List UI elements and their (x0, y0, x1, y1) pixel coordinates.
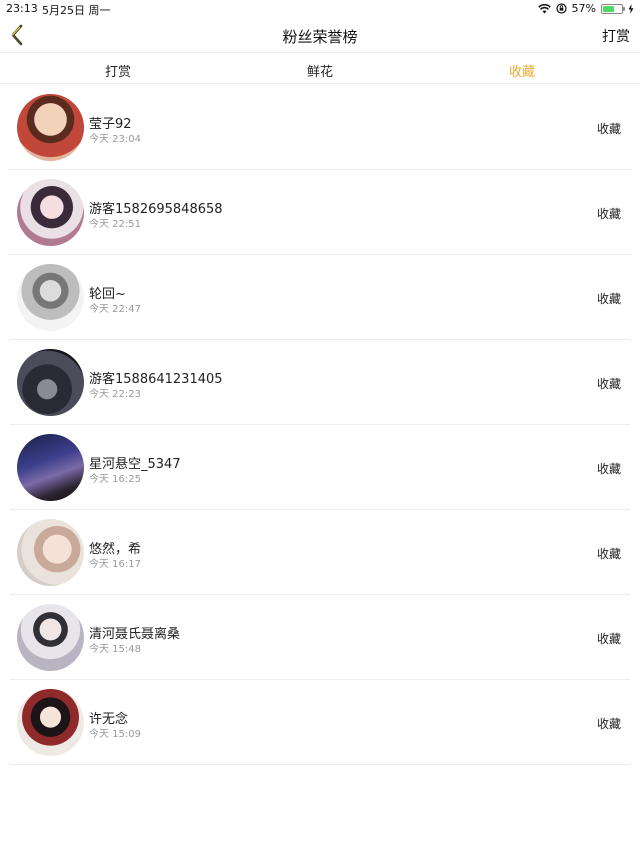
avatar (17, 264, 84, 331)
timestamp: 今天 22:47 (89, 304, 141, 315)
action-label: 收藏 (596, 377, 621, 391)
battery-icon (601, 3, 625, 14)
battery-percent: 57% (571, 2, 596, 15)
timestamp: 今天 23:04 (89, 134, 141, 145)
timestamp: 今天 16:25 (89, 474, 141, 485)
timestamp: 今天 15:09 (89, 729, 141, 740)
tip-button[interactable]: 打赏 (602, 26, 630, 46)
avatar (17, 689, 84, 756)
list-item[interactable]: 星河悬空_5347 今天 16:25 收藏 (10, 425, 630, 510)
action-label: 收藏 (596, 122, 621, 136)
tab-tip[interactable]: 打赏 (105, 61, 131, 80)
action-label: 收藏 (596, 717, 621, 731)
tab-bar: 打赏 鲜花 收藏 (0, 52, 640, 84)
timestamp: 今天 22:23 (89, 389, 141, 400)
status-date: 5月25日 周一 (42, 4, 111, 17)
wifi-icon (537, 3, 551, 13)
page-title: 粉丝荣誉榜 (282, 28, 358, 46)
list-item[interactable]: 许无念 今天 15:09 收藏 (10, 680, 630, 765)
list-item[interactable]: 游客1588641231405 今天 22:23 收藏 (10, 340, 630, 425)
timestamp: 今天 15:48 (89, 644, 141, 655)
avatar (17, 94, 84, 161)
list-item[interactable]: 悠然，希 今天 16:17 收藏 (10, 510, 630, 595)
tab-flowers[interactable]: 鲜花 (307, 61, 333, 80)
list-item[interactable]: 莹子92 今天 23:04 收藏 (10, 85, 630, 170)
status-bar: 23:13 5月25日 周一 57% (0, 0, 640, 18)
list-item[interactable]: 轮回~ 今天 22:47 收藏 (10, 255, 630, 340)
list-item[interactable]: 清河聂氏聂离桑 今天 15:48 收藏 (10, 595, 630, 680)
action-label: 收藏 (596, 207, 621, 221)
charging-icon (628, 3, 634, 14)
status-right: 57% (537, 2, 634, 15)
status-time: 23:13 (6, 2, 38, 15)
avatar (17, 179, 84, 246)
list-item[interactable]: 游客1582695848658 今天 22:51 收藏 (10, 170, 630, 255)
action-label: 收藏 (596, 547, 621, 561)
timestamp: 今天 16:17 (89, 559, 141, 570)
rotation-lock-icon (555, 3, 567, 14)
nav-bar: 粉丝荣誉榜 打赏 (0, 18, 640, 52)
avatar (17, 434, 84, 501)
action-label: 收藏 (596, 462, 621, 476)
avatar (17, 349, 84, 416)
avatar (17, 604, 84, 671)
avatar (17, 519, 84, 586)
tab-favorites[interactable]: 收藏 (509, 61, 535, 80)
action-label: 收藏 (596, 632, 621, 646)
action-label: 收藏 (596, 292, 621, 306)
timestamp: 今天 22:51 (89, 219, 141, 230)
fan-list: 莹子92 今天 23:04 收藏 游客1582695848658 今天 22:5… (10, 85, 630, 765)
